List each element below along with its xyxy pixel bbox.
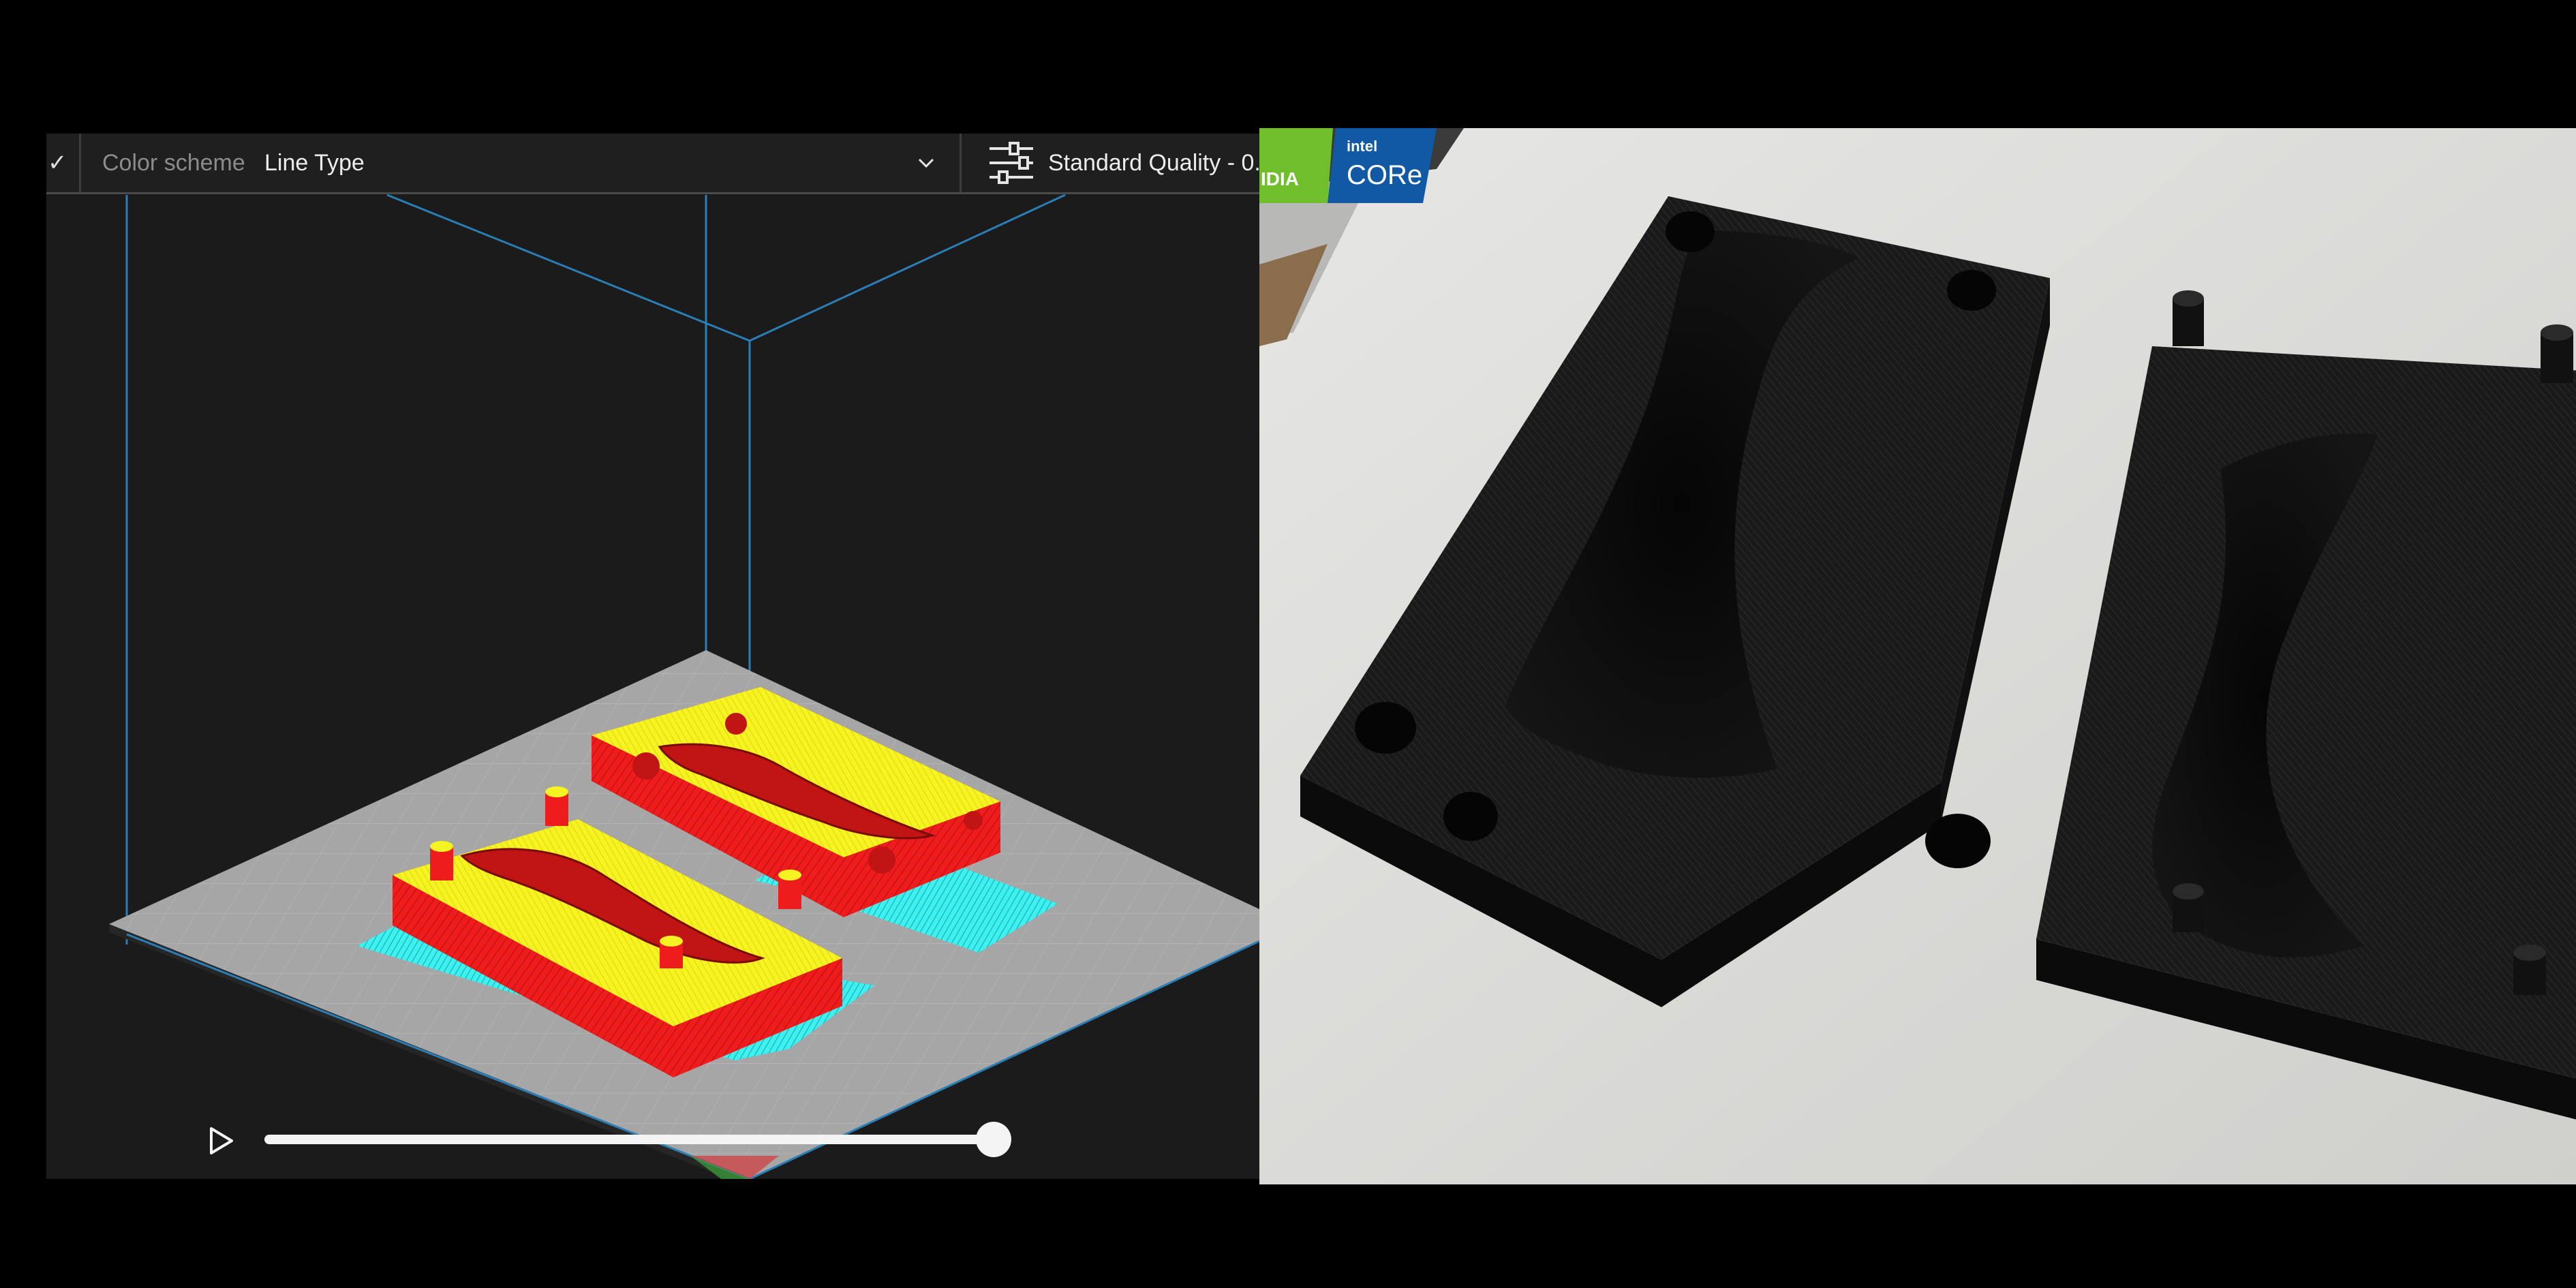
alignment-pin [2173,883,2204,932]
nvidia-sticker: IDIA [1259,128,1333,203]
layer-slider-handle[interactable] [976,1122,1011,1157]
color-scheme-label: Color scheme [102,150,245,176]
3d-scene[interactable] [46,134,1259,1179]
slicer-viewport[interactable]: ✓ Color scheme Line Type Standard Qualit… [46,134,1259,1179]
settings-sliders-icon [990,142,1033,184]
core-sticker-text: CORe [1347,160,1422,190]
intel-core-sticker: intel CORe [1328,128,1437,203]
alignment-pin [660,936,683,968]
layer-slider-track[interactable] [264,1135,994,1144]
photo-image: IDIA intel CORe [1259,128,2576,1184]
nvidia-sticker-text: IDIA [1261,168,1299,189]
quality-profile-label: Standard Quality - 0. [1048,150,1259,176]
alignment-pin [778,870,801,909]
toolbar-divider [79,134,81,192]
color-scheme-value[interactable]: Line Type [264,147,365,179]
alignment-pin [2173,290,2204,346]
intel-sticker-text: intel [1347,138,1377,155]
alignment-pin [2541,324,2573,383]
alignment-pin [430,841,453,880]
checkmark-icon[interactable]: ✓ [48,146,75,180]
photo-printed-molds: IDIA intel CORe [1259,128,2576,1184]
top-toolbar: ✓ Color scheme Line Type Standard Qualit… [46,134,1259,194]
alignment-pin [545,786,568,826]
play-icon[interactable] [207,1126,234,1156]
chevron-down-icon[interactable] [915,151,938,174]
toolbar-divider [960,134,962,192]
alignment-pin [2513,945,2546,995]
